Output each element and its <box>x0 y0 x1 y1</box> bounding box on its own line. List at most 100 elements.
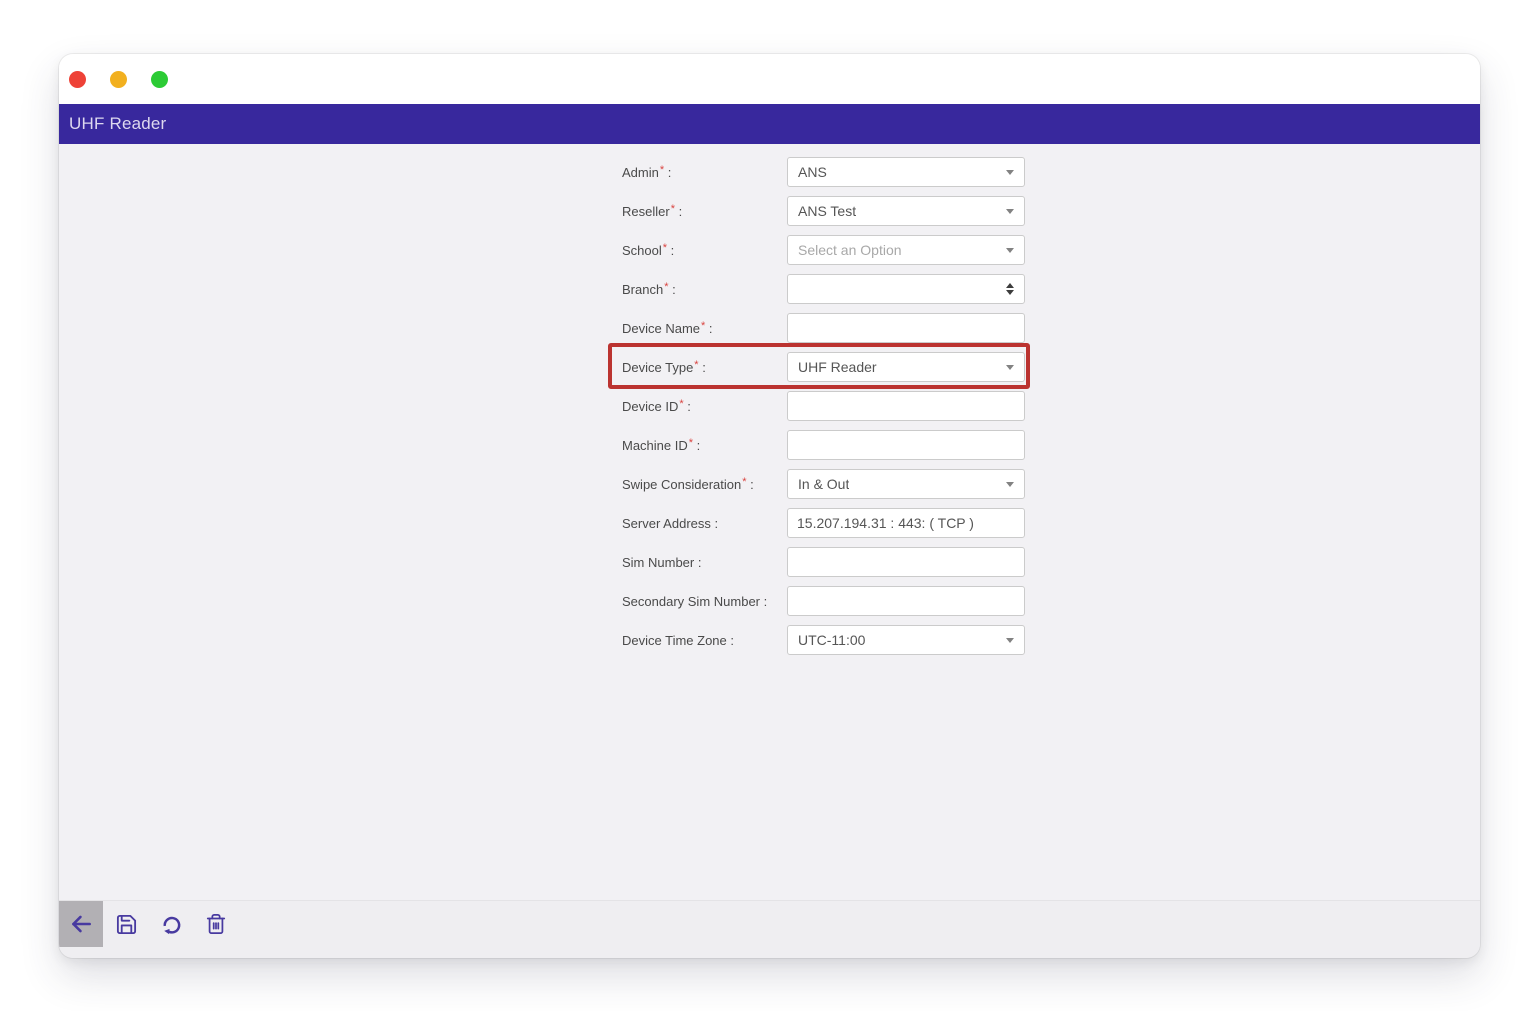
field-label-text: Device Type <box>622 360 693 375</box>
device-type-select[interactable]: UHF Reader <box>787 352 1025 382</box>
form-row-device-id: Device ID* : <box>622 391 1025 421</box>
reseller-select[interactable]: ANS Test <box>787 196 1025 226</box>
field-label: Swipe Consideration* : <box>622 477 787 492</box>
chevron-down-icon <box>1006 248 1014 253</box>
label-colon: : <box>693 438 700 453</box>
server-address-input[interactable] <box>787 508 1025 538</box>
zoom-window-button[interactable] <box>151 71 168 88</box>
field-label-text: School <box>622 243 662 258</box>
device-time-zone-select[interactable]: UTC-11:00 <box>787 625 1025 655</box>
label-colon: : <box>760 594 767 609</box>
field-label-text: Device Time Zone <box>622 633 727 648</box>
field-label-text: Reseller <box>622 204 670 219</box>
select-value: ANS <box>798 164 827 180</box>
field-label-text: Admin <box>622 165 659 180</box>
form-row-sim-number: Sim Number : <box>622 547 1025 577</box>
arrow-left-icon <box>68 911 94 937</box>
required-marker: * <box>689 437 693 449</box>
field-label: Server Address : <box>622 516 787 531</box>
page-title: UHF Reader <box>69 114 166 134</box>
back-button[interactable] <box>59 901 103 947</box>
field-label-text: Secondary Sim Number <box>622 594 760 609</box>
device-form: Admin* :ANSReseller* :ANS TestSchool* :S… <box>622 157 1025 655</box>
field-label: Device Type* : <box>622 360 787 375</box>
field-label-text: Swipe Consideration <box>622 477 741 492</box>
device-name-input[interactable] <box>787 313 1025 343</box>
required-marker: * <box>701 320 705 332</box>
chevron-down-icon <box>1006 170 1014 175</box>
label-colon: : <box>675 204 682 219</box>
select-value: UHF Reader <box>798 359 877 375</box>
form-row-secondary-sim-number: Secondary Sim Number : <box>622 586 1025 616</box>
field-label-text: Device Name <box>622 321 700 336</box>
field-label: Device Name* : <box>622 321 787 336</box>
page-content: Admin* :ANSReseller* :ANS TestSchool* :S… <box>59 144 1480 958</box>
app-header-bar: UHF Reader <box>59 104 1480 144</box>
select-value: In & Out <box>798 476 849 492</box>
required-marker: * <box>660 164 664 176</box>
window-titlebar <box>59 54 1480 104</box>
field-label-text: Server Address <box>622 516 711 531</box>
label-colon: : <box>699 360 706 375</box>
app-window: UHF Reader Admin* :ANSReseller* :ANS Tes… <box>59 54 1480 958</box>
field-label: Machine ID* : <box>622 438 787 453</box>
reset-icon <box>160 913 183 936</box>
form-row-device-name: Device Name* : <box>622 313 1025 343</box>
required-marker: * <box>742 476 746 488</box>
save-button[interactable] <box>104 901 148 947</box>
form-row-school: School* : Select an Option <box>622 235 1025 265</box>
chevron-down-icon <box>1006 482 1014 487</box>
chevron-down-icon <box>1006 209 1014 214</box>
field-label-text: Branch <box>622 282 663 297</box>
bottom-toolbar <box>59 900 1480 958</box>
save-icon <box>115 913 138 936</box>
label-colon: : <box>667 243 674 258</box>
delete-button[interactable] <box>194 901 238 947</box>
form-row-machine-id: Machine ID* : <box>622 430 1025 460</box>
machine-id-input[interactable] <box>787 430 1025 460</box>
field-label-text: Machine ID <box>622 438 688 453</box>
field-label: Sim Number : <box>622 555 787 570</box>
field-label: Device ID* : <box>622 399 787 414</box>
school-select[interactable]: Select an Option <box>787 235 1025 265</box>
label-colon: : <box>711 516 718 531</box>
form-row-device-time-zone: Device Time Zone : UTC-11:00 <box>622 625 1025 655</box>
form-row-branch: Branch* : <box>622 274 1025 304</box>
form-row-admin: Admin* : ANS <box>622 157 1025 187</box>
field-label: Reseller* : <box>622 204 787 219</box>
secondary-sim-number-input[interactable] <box>787 586 1025 616</box>
label-colon: : <box>664 165 671 180</box>
select-value: ANS Test <box>798 203 856 219</box>
required-marker: * <box>694 359 698 371</box>
field-label: Admin* : <box>622 165 787 180</box>
up-down-stepper-icon <box>1006 283 1014 295</box>
required-marker: * <box>679 398 683 410</box>
field-label: School* : <box>622 243 787 258</box>
label-colon: : <box>694 555 701 570</box>
label-colon: : <box>684 399 691 414</box>
sim-number-input[interactable] <box>787 547 1025 577</box>
select-value: Select an Option <box>798 242 902 258</box>
minimize-window-button[interactable] <box>110 71 127 88</box>
form-row-device-type: Device Type* : UHF Reader <box>622 352 1025 382</box>
label-colon: : <box>747 477 754 492</box>
admin-select[interactable]: ANS <box>787 157 1025 187</box>
swipe-consideration-select[interactable]: In & Out <box>787 469 1025 499</box>
branch-select[interactable] <box>787 274 1025 304</box>
required-marker: * <box>664 281 668 293</box>
chevron-down-icon <box>1006 638 1014 643</box>
field-label-text: Sim Number <box>622 555 694 570</box>
label-colon: : <box>705 321 712 336</box>
required-marker: * <box>663 242 667 254</box>
field-label-text: Device ID <box>622 399 678 414</box>
label-colon: : <box>727 633 734 648</box>
required-marker: * <box>671 203 675 215</box>
chevron-down-icon <box>1006 365 1014 370</box>
close-window-button[interactable] <box>69 71 86 88</box>
trash-icon <box>205 913 227 935</box>
form-row-server-address: Server Address : <box>622 508 1025 538</box>
device-id-input[interactable] <box>787 391 1025 421</box>
form-row-reseller: Reseller* : ANS Test <box>622 196 1025 226</box>
reset-button[interactable] <box>149 901 193 947</box>
field-label: Secondary Sim Number : <box>622 594 787 609</box>
